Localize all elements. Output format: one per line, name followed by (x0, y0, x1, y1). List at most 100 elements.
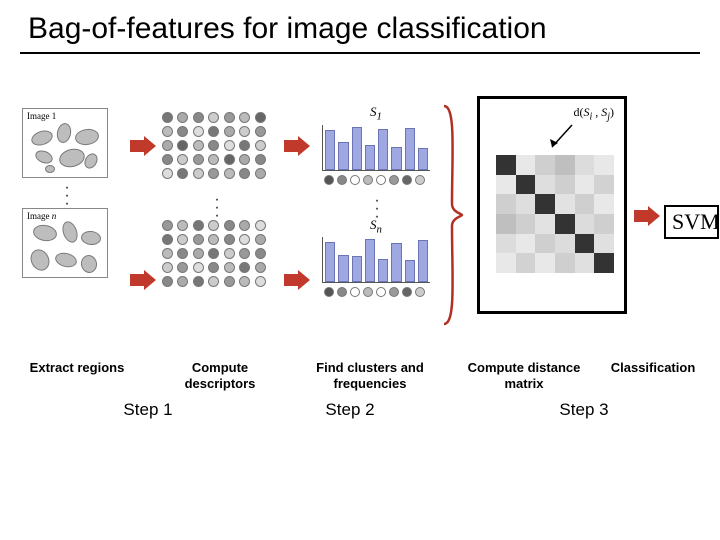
caption-extract-regions: Extract regions (22, 360, 132, 376)
vdots-icon: ··· (162, 190, 272, 214)
descriptor-dot (208, 112, 219, 123)
matrix-cell (594, 175, 614, 195)
distance-matrix-grid (496, 155, 614, 273)
matrix-cell (516, 214, 536, 234)
codebook-dot (415, 287, 425, 297)
descriptor-dot (239, 248, 250, 259)
caption-compute-descriptors: Compute descriptors (170, 360, 270, 391)
svm-box: SVM (664, 205, 719, 239)
descriptor-dot (193, 276, 204, 287)
descriptor-dot (162, 220, 173, 231)
descriptor-dot (208, 234, 219, 245)
codebook-dot (324, 287, 334, 297)
region-image-n: Image n (22, 208, 108, 278)
step-1-label: Step 1 (108, 400, 188, 420)
descriptor-dot (208, 220, 219, 231)
descriptor-dot (224, 220, 235, 231)
matrix-cell (594, 214, 614, 234)
histogram-bar (418, 148, 428, 170)
histogram-bar (378, 129, 388, 170)
descriptor-dot (255, 234, 266, 245)
descriptor-dot (255, 154, 266, 165)
descriptor-dot (224, 276, 235, 287)
descriptor-grid-n (162, 220, 268, 288)
arrow-icon (634, 206, 660, 226)
column-svm: SVM (664, 205, 719, 239)
descriptor-dot (177, 234, 188, 245)
brace-icon (440, 104, 464, 326)
descriptor-dot (239, 154, 250, 165)
matrix-cell (594, 234, 614, 254)
descriptor-dot (208, 154, 219, 165)
matrix-cell (516, 234, 536, 254)
matrix-cell (496, 175, 516, 195)
histogram-bar (405, 260, 415, 283)
descriptor-dot (255, 140, 266, 151)
descriptor-dot (224, 112, 235, 123)
matrix-cell (496, 234, 516, 254)
matrix-cell (535, 155, 555, 175)
caption-find-clusters: Find clusters and frequencies (310, 360, 430, 391)
codebook-dot (324, 175, 334, 185)
vdots-icon: ··· (322, 191, 432, 215)
descriptor-dot (255, 168, 266, 179)
matrix-cell (535, 194, 555, 214)
descriptor-dot (224, 168, 235, 179)
histogram-bar (405, 128, 415, 169)
codebook-dot (350, 287, 360, 297)
matrix-cell (496, 214, 516, 234)
codebook-dot (389, 287, 399, 297)
histogram-bar (338, 255, 348, 282)
histogram-n-label: Sn (322, 217, 430, 236)
descriptor-dot (208, 248, 219, 259)
histogram-bar (352, 256, 362, 282)
descriptor-dot (255, 126, 266, 137)
descriptor-dot (255, 276, 266, 287)
descriptor-dot (162, 276, 173, 287)
matrix-cell (575, 214, 595, 234)
image-1-label: Image 1 (27, 111, 56, 121)
descriptor-dot (224, 262, 235, 273)
descriptor-dot (255, 248, 266, 259)
pipeline-diagram: Image 1 ··· Image n ··· (22, 90, 702, 370)
descriptor-dot (177, 220, 188, 231)
arrow-icon (284, 270, 310, 290)
descriptor-dot (239, 262, 250, 273)
matrix-cell (535, 234, 555, 254)
descriptor-dot (193, 168, 204, 179)
codebook-dot (337, 175, 347, 185)
matrix-cell (535, 214, 555, 234)
matrix-cell (575, 175, 595, 195)
codebook-dot (402, 287, 412, 297)
histogram-bar (365, 239, 375, 282)
descriptor-dot (224, 234, 235, 245)
histogram-bar (325, 242, 335, 283)
codebook-dot (337, 287, 347, 297)
descriptor-dot (224, 140, 235, 151)
histogram-bar (391, 147, 401, 170)
matrix-cell (496, 253, 516, 273)
descriptor-dot (208, 168, 219, 179)
descriptor-dot (208, 140, 219, 151)
matrix-cell (575, 194, 595, 214)
column-histograms: S1 ··· Sn (322, 90, 432, 297)
descriptor-dot (224, 154, 235, 165)
region-image-1: Image 1 (22, 108, 108, 178)
matrix-cell (555, 234, 575, 254)
descriptor-dot (239, 220, 250, 231)
histogram-1: S1 (322, 104, 430, 185)
descriptor-dot (208, 126, 219, 137)
descriptor-dot (162, 112, 173, 123)
descriptor-dot (162, 154, 173, 165)
arrow-icon (284, 136, 310, 156)
descriptor-grid-1 (162, 112, 268, 180)
descriptor-dot (193, 234, 204, 245)
matrix-cell (555, 253, 575, 273)
descriptor-dot (193, 154, 204, 165)
step-3-label: Step 3 (544, 400, 624, 420)
histogram-n: Sn (322, 217, 430, 298)
codebook-dot (363, 287, 373, 297)
histogram-bar (391, 243, 401, 283)
matrix-cell (555, 194, 575, 214)
matrix-cell (535, 175, 555, 195)
